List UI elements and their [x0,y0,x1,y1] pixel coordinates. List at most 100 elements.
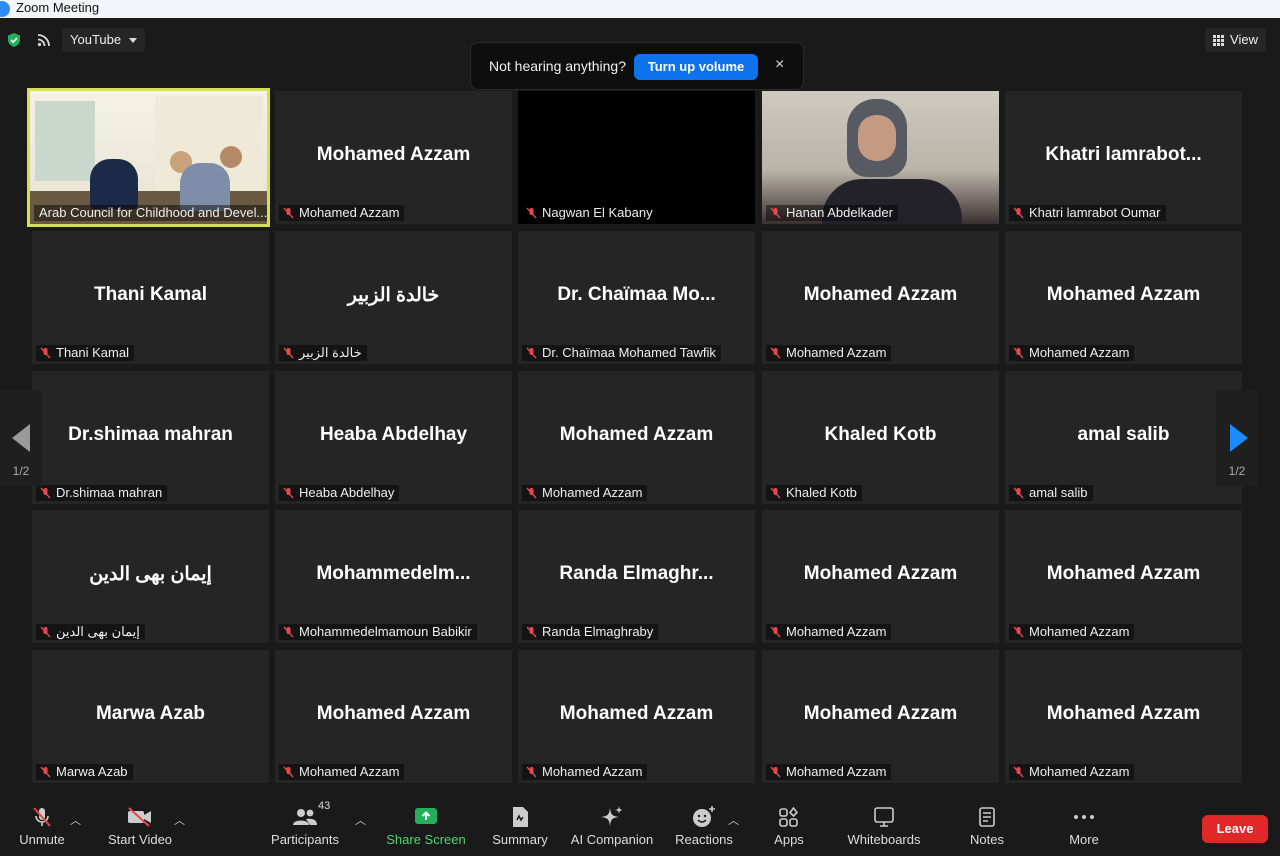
participant-tile[interactable]: Marwa Azab Marwa Azab [32,650,269,783]
view-label: View [1230,32,1258,47]
participant-name-badge: Khaled Kotb [766,485,862,501]
participants-button[interactable]: 43 Participants [268,800,342,847]
participant-tile[interactable]: Mohamed Azzam Mohamed Azzam [762,510,999,643]
start-video-button[interactable]: Start Video [104,804,176,847]
next-page-button[interactable]: 1/2 [1216,390,1258,486]
participant-name: Mohamed Azzam [299,764,400,779]
participant-tile[interactable]: Mohamed Azzam Mohamed Azzam [1005,231,1242,364]
participant-tile[interactable]: Heaba Abdelhay Heaba Abdelhay [275,371,512,504]
mic-muted-icon [283,347,294,359]
participant-tile[interactable]: amal salib amal salib [1005,371,1242,504]
window-title: Zoom Meeting [16,0,100,15]
view-button[interactable]: View [1205,28,1266,52]
participant-name: Thani Kamal [56,345,129,360]
share-screen-button[interactable]: Share Screen [386,804,466,847]
mic-muted-icon [526,766,537,778]
participant-name: Mohamed Azzam [1029,764,1130,779]
participant-name-badge: Mohamed Azzam [522,485,648,501]
participant-tile[interactable]: Dr.shimaa mahran Dr.shimaa mahran [32,371,269,504]
participant-name-badge: Marwa Azab [36,764,133,780]
participant-tile[interactable]: Khaled Kotb Khaled Kotb [762,371,999,504]
participant-name: Marwa Azab [56,764,128,779]
meeting-topbar: YouTube View Not hearing anything? Turn … [0,18,1280,90]
participant-tile[interactable]: خالدة الزبير خالدة الزبير [275,231,512,364]
participant-name-badge: Dr. Chaïmaa Mohamed Tawfik [522,345,721,361]
participant-tile[interactable]: Thani Kamal Thani Kamal [32,231,269,364]
ai-companion-button[interactable]: AI Companion [566,804,658,847]
mic-muted-icon [526,487,537,499]
streaming-dropdown[interactable]: YouTube [62,28,146,52]
mic-muted-icon [770,766,781,778]
participant-display-name: Mohamed Azzam [1046,703,1201,724]
participant-display-name: Marwa Azab [95,703,206,724]
mic-muted-icon [283,487,294,499]
video-tile-active-speaker[interactable]: Arab Council for Childhood and Devel... [27,88,270,227]
participant-tile[interactable]: Mohammedelm... Mohammedelmamoun Babikir [275,510,512,643]
participant-tile[interactable]: Mohamed Azzam Mohamed Azzam [762,650,999,783]
shield-check-icon[interactable] [6,32,22,48]
streaming-label: YouTube [70,32,122,47]
participant-display-name: خالدة الزبير [347,285,440,306]
caret-down-icon [129,37,138,43]
chevron-up-icon[interactable]: ︿ [174,812,185,828]
leave-button[interactable]: Leave [1202,815,1268,843]
participant-tile[interactable]: إيمان بهى الدين إيمان بهى الدين [32,510,269,643]
participants-label: Participants [271,832,339,847]
participant-name: Mohamed Azzam [786,345,887,360]
participant-tile[interactable]: Randa Elmaghr... Randa Elmaghraby [518,510,755,643]
participant-tile[interactable]: Dr. Chaïmaa Mo... Dr. Chaïmaa Mohamed Ta… [518,231,755,364]
participant-name: Dr.shimaa mahran [56,485,163,500]
participant-name: Mohamed Azzam [1029,345,1130,360]
mic-muted-icon [526,207,537,219]
mic-muted-icon [1013,347,1024,359]
chevron-up-icon[interactable]: ︿ [70,812,81,828]
participant-name-badge: Mohamed Azzam [1009,624,1135,640]
participant-tile[interactable]: Mohamed Azzam Mohamed Azzam [1005,510,1242,643]
arrow-left-icon [12,424,30,452]
participant-name: خالدة الزبير [299,345,362,360]
participant-display-name: Dr. Chaïmaa Mo... [557,284,716,305]
whiteboards-button[interactable]: Whiteboards [842,804,926,847]
participant-name-badge: Hanan Abdelkader [766,205,898,221]
page-indicator: 1/2 [1228,464,1246,478]
participant-tile[interactable]: Mohamed Azzam Mohamed Azzam [1005,650,1242,783]
participant-tile[interactable]: Mohamed Azzam Mohamed Azzam [518,371,755,504]
chevron-up-icon[interactable]: ︿ [355,812,366,828]
participant-display-name: Mohamed Azzam [316,703,471,724]
chevron-up-icon[interactable]: ︿ [728,812,739,828]
turn-up-volume-button[interactable]: Turn up volume [634,54,758,80]
participant-tile[interactable]: Mohamed Azzam Mohamed Azzam [275,650,512,783]
participant-tile[interactable]: Khatri lamrabot... Khatri lamrabot Oumar [1005,91,1242,224]
previous-page-button[interactable]: 1/2 [0,390,42,486]
participant-name-badge: amal salib [1009,485,1093,501]
participant-tile[interactable]: Mohamed Azzam Mohamed Azzam [275,91,512,224]
participant-name-badge: Mohamed Azzam [766,345,892,361]
participant-name-badge: Mohamed Azzam [1009,345,1135,361]
mic-muted-icon [1013,487,1024,499]
unmute-button[interactable]: Unmute [14,804,70,847]
notes-button[interactable]: Notes [962,804,1012,847]
participant-tile[interactable]: Hanan Abdelkader [762,91,999,224]
reactions-button[interactable]: Reactions [672,804,736,847]
participant-tile[interactable]: Mohamed Azzam Mohamed Azzam [518,650,755,783]
window-titlebar: Zoom Meeting [0,0,1280,18]
participant-name-badge: خالدة الزبير [279,345,367,361]
close-icon[interactable]: × [775,56,784,74]
participants-icon [293,809,317,825]
summary-button[interactable]: Summary [488,804,552,847]
participant-tile[interactable]: Mohamed Azzam Mohamed Azzam [762,231,999,364]
participant-name: Dr. Chaïmaa Mohamed Tawfik [542,345,716,360]
mic-muted-icon [526,347,537,359]
apps-button[interactable]: Apps [764,804,814,847]
audio-toast: Not hearing anything? Turn up volume × [470,42,804,90]
mic-muted-icon [1013,766,1024,778]
more-dots-icon [1074,815,1094,819]
participant-name: Khaled Kotb [786,485,857,500]
participant-name: amal salib [1029,485,1088,500]
live-stream-icon[interactable] [36,32,52,48]
more-label: More [1069,832,1099,847]
more-button[interactable]: More [1060,804,1108,847]
participant-tile[interactable]: Nagwan El Kabany [518,91,755,224]
apps-label: Apps [774,832,804,847]
reactions-label: Reactions [675,832,733,847]
